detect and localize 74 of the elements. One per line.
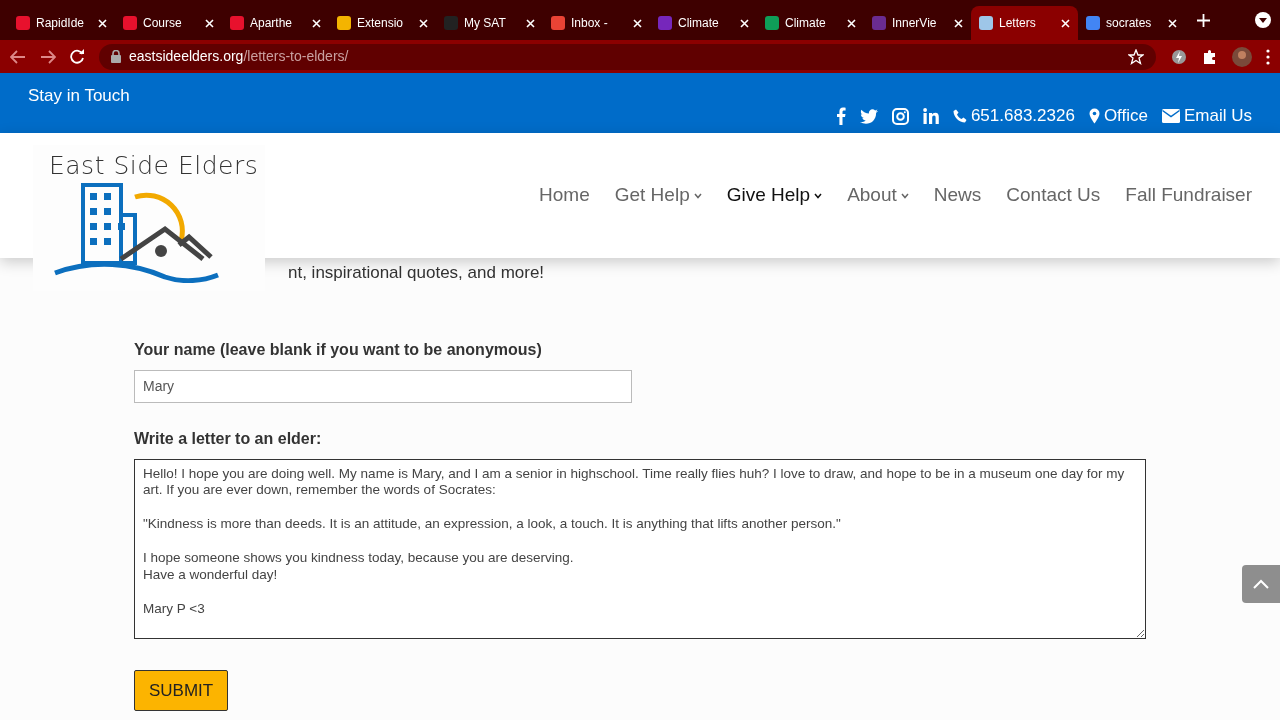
name-field[interactable]: Mary [134, 369, 632, 403]
nav-link[interactable]: Give Help [726, 181, 823, 210]
browser-tab[interactable]: Climate [650, 6, 757, 40]
field-label: Your name (leave blank if you want to be anonymous) [134, 339, 543, 360]
field-label: Write a letter to an elder: [134, 428, 323, 449]
extension-icon [1170, 47, 1188, 66]
email-link[interactable]: Email Us [1162, 103, 1252, 129]
tab-title: InnerVie [892, 15, 938, 32]
tab-title: Climate [678, 15, 720, 32]
close-icon [312, 18, 321, 28]
phone-link[interactable]: 651.683.2326 [952, 103, 1075, 129]
browser-tab[interactable]: My SAT [436, 6, 543, 40]
reload-icon [70, 49, 85, 64]
scroll-to-top-button[interactable] [1242, 565, 1280, 603]
map-pin-icon [1088, 108, 1100, 124]
instagram-icon [891, 107, 909, 125]
browser-tab[interactable]: Letters [971, 6, 1078, 40]
facebook-icon [835, 107, 846, 125]
nav-link[interactable]: Get Help [614, 181, 702, 210]
puzzle-icon [1202, 48, 1218, 65]
browser-tab[interactable]: Climate [757, 6, 864, 40]
submit-button[interactable]: SUBMIT [134, 669, 229, 711]
browser-tab[interactable]: Extensio [329, 6, 436, 40]
top-bar-title: Stay in Touch [28, 85, 130, 107]
new-tab-icon [1197, 13, 1210, 27]
letter-field[interactable]: Hello! I hope you are doing well. My name is Mary, and I am a senior in highschool. Time really flies huh? I love to draw, and hope to be in a museum one day for my art. If you are ever down, remember the words of Socrates: "Kindness is more than deeds. It is an attitude, an expression, a look, a touch. It is anything that lifts another person." I hope someone shows you kindness today, because you are deserving. Have a wonderful day! Mary P <3 [134, 458, 1146, 639]
close-icon [847, 18, 856, 28]
close-icon [419, 18, 428, 28]
tab-title: Letters [999, 15, 1037, 32]
tab-title: Climate [785, 15, 827, 32]
url-path: /letters-to-elders/ [243, 48, 349, 64]
tab-title: Extensio [357, 15, 405, 32]
twitter-icon [859, 108, 878, 124]
forward-icon [40, 49, 56, 64]
close-icon [633, 18, 642, 28]
url-domain: eastsideelders.org [129, 48, 244, 64]
intro-text: nt, inspirational quotes, and more! [287, 262, 546, 284]
close-icon [98, 18, 107, 28]
close-icon [526, 18, 535, 28]
tab-title: Course [143, 15, 183, 32]
lock-icon [111, 50, 121, 63]
nav-link[interactable]: Fall Fundraiser [1125, 181, 1252, 210]
close-icon [1061, 18, 1070, 28]
nav-link[interactable]: Home [539, 181, 590, 210]
browser-tab[interactable]: socrates [1078, 6, 1185, 40]
browser-tab[interactable]: Course [115, 6, 222, 40]
close-icon [740, 18, 749, 28]
phone-icon [952, 109, 967, 123]
close-icon [205, 18, 214, 28]
nav-link[interactable]: News [933, 181, 982, 210]
browser-tab[interactable]: Inbox - [543, 6, 650, 40]
close-icon [954, 18, 963, 28]
browser-tab[interactable]: InnerVie [864, 6, 971, 40]
browser-tab[interactable]: RapidIde [8, 6, 115, 40]
browser-tab[interactable]: Aparthe [222, 6, 329, 40]
tab-title: socrates [1106, 15, 1153, 32]
logo-text: East Side Elders [49, 150, 259, 182]
close-icon [1168, 18, 1177, 28]
star-icon [1128, 48, 1144, 65]
dropdown-icon [1254, 11, 1272, 29]
more-icon [1266, 48, 1270, 65]
nav-link[interactable]: About [847, 181, 909, 210]
address-bar[interactable]: eastsideelders.org/letters-to-elders/ [99, 43, 1156, 70]
avatar-icon [1232, 46, 1252, 67]
tab-title: RapidIde [36, 15, 86, 32]
nav-link[interactable]: Contact Us [1006, 181, 1101, 210]
tab-title: Aparthe [250, 15, 294, 32]
tab-title: Inbox - [571, 15, 609, 32]
envelope-icon [1162, 109, 1180, 123]
chevron-up-icon [1253, 579, 1269, 589]
tab-title: My SAT [464, 15, 507, 32]
back-icon [10, 49, 26, 64]
office-link[interactable]: Office [1088, 103, 1148, 129]
linkedin-icon [922, 108, 939, 124]
